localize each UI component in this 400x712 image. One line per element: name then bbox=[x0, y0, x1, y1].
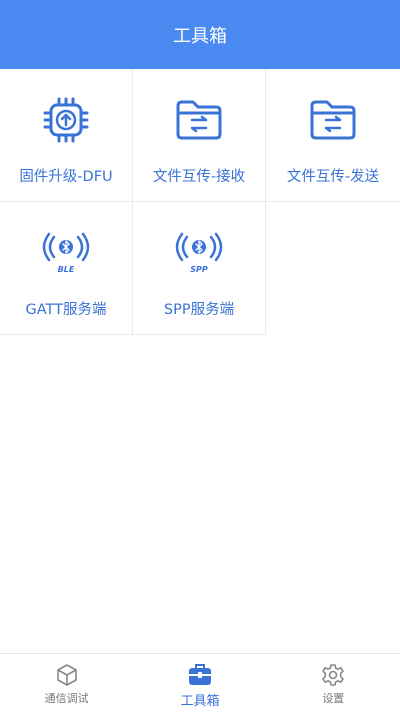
bluetooth-signal-icon: BLE bbox=[39, 226, 93, 280]
tab-label: 工具箱 bbox=[180, 694, 220, 709]
tab-settings[interactable]: 设置 bbox=[267, 654, 400, 712]
gear-icon bbox=[320, 662, 346, 688]
folder-transfer-icon bbox=[306, 93, 360, 147]
tool-spp-server[interactable]: SPP SPP服务端 bbox=[133, 202, 266, 335]
tool-label: 文件互传-发送 bbox=[286, 169, 380, 185]
tool-grid: 固件升级-DFU 文件互传-接收 文件互传-发送 BLE GATT服务端 SPP… bbox=[0, 69, 400, 335]
tool-file-send[interactable]: 文件互传-发送 bbox=[266, 69, 400, 202]
tool-file-receive[interactable]: 文件互传-接收 bbox=[133, 69, 266, 202]
chip-upload-icon bbox=[39, 93, 93, 147]
page-title: 工具箱 bbox=[173, 25, 227, 47]
tool-label: GATT服务端 bbox=[25, 302, 107, 318]
tool-label: SPP服务端 bbox=[163, 302, 235, 318]
cube-icon bbox=[54, 662, 80, 688]
tab-label: 设置 bbox=[322, 692, 345, 705]
tool-label: 文件互传-接收 bbox=[152, 169, 246, 185]
tab-label: 通信调试 bbox=[44, 692, 89, 705]
app-header: 工具箱 bbox=[0, 0, 400, 69]
folder-transfer-icon bbox=[172, 93, 226, 147]
toolbox-icon bbox=[187, 662, 213, 688]
badge-ble: BLE bbox=[58, 265, 75, 274]
badge-spp: SPP bbox=[190, 265, 208, 274]
bluetooth-signal-icon: SPP bbox=[172, 226, 226, 280]
bottom-tab-bar: 通信调试 工具箱 设置 bbox=[0, 653, 400, 712]
tool-gatt-server[interactable]: BLE GATT服务端 bbox=[0, 202, 133, 335]
tool-firmware-dfu[interactable]: 固件升级-DFU bbox=[0, 69, 133, 202]
tab-toolbox[interactable]: 工具箱 bbox=[133, 654, 266, 712]
tool-label: 固件升级-DFU bbox=[19, 169, 113, 185]
tab-comm-debug[interactable]: 通信调试 bbox=[0, 654, 133, 712]
